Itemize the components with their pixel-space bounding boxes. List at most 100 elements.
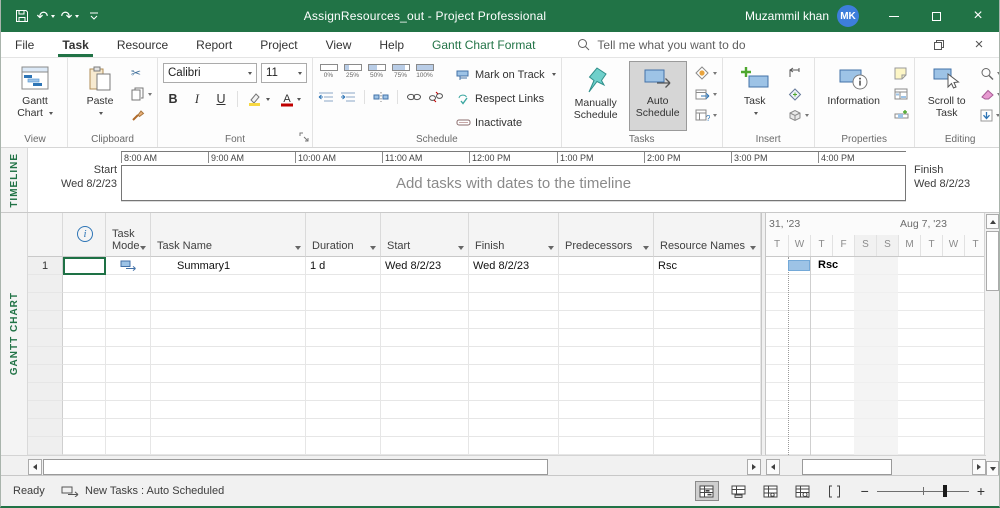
view-task-usage-button[interactable] xyxy=(727,481,751,501)
table-cell[interactable] xyxy=(381,329,469,347)
table-cell[interactable] xyxy=(63,383,106,401)
row-number[interactable]: 1 xyxy=(28,257,63,275)
table-cell[interactable] xyxy=(381,293,469,311)
horizontal-scroll-thumb[interactable] xyxy=(43,459,548,475)
table-cell[interactable] xyxy=(63,347,106,365)
add-to-timeline-button[interactable] xyxy=(894,107,909,123)
column-header-task-mode[interactable]: Task Mode xyxy=(106,213,151,257)
indent-task-button[interactable] xyxy=(340,89,356,105)
tab-view[interactable]: View xyxy=(312,32,366,57)
filter-icon[interactable] xyxy=(643,246,649,250)
tab-resource[interactable]: Resource xyxy=(103,32,182,57)
table-cell[interactable] xyxy=(381,437,469,455)
close-button[interactable]: × xyxy=(957,0,999,32)
tab-file[interactable]: File xyxy=(1,32,48,57)
tab-report[interactable]: Report xyxy=(182,32,246,57)
horizontal-scroll-thumb[interactable] xyxy=(802,459,892,475)
paste-button[interactable]: Paste xyxy=(73,61,127,131)
zoom-in-button[interactable]: + xyxy=(977,483,985,499)
table-cell[interactable] xyxy=(106,347,151,365)
column-header-finish[interactable]: Finish xyxy=(469,213,559,257)
filter-icon[interactable] xyxy=(370,246,376,250)
close-document-button[interactable]: × xyxy=(959,32,999,57)
table-cell[interactable] xyxy=(381,275,469,293)
task-name-cell[interactable]: Summary1 xyxy=(151,257,306,275)
table-cell[interactable] xyxy=(306,311,381,329)
table-cell[interactable] xyxy=(381,383,469,401)
table-cell[interactable] xyxy=(559,437,654,455)
scroll-right-button[interactable] xyxy=(747,459,761,475)
start-cell[interactable]: Wed 8/2/23 xyxy=(381,257,469,275)
table-cell[interactable] xyxy=(106,437,151,455)
zoom-slider-handle[interactable] xyxy=(943,485,947,497)
row-number-cell[interactable] xyxy=(28,329,63,347)
zoom-slider[interactable] xyxy=(877,484,969,498)
gantt-chart-view-button[interactable]: Gantt Chart xyxy=(8,61,62,131)
table-cell[interactable] xyxy=(469,293,559,311)
inactivate-button[interactable]: Inactivate xyxy=(456,113,556,132)
table-cell[interactable] xyxy=(654,383,761,401)
info-column-header[interactable]: i xyxy=(63,213,106,257)
task-mode-cell[interactable] xyxy=(106,257,151,275)
table-cell[interactable] xyxy=(559,293,654,311)
split-task-button[interactable] xyxy=(373,89,389,105)
table-cell[interactable] xyxy=(151,401,306,419)
row-number-cell[interactable] xyxy=(28,401,63,419)
cut-button[interactable]: ✂ xyxy=(131,65,152,81)
maximize-button[interactable] xyxy=(915,0,957,32)
table-cell[interactable] xyxy=(559,419,654,437)
table-cell[interactable] xyxy=(654,311,761,329)
table-cell[interactable] xyxy=(559,347,654,365)
table-cell[interactable] xyxy=(63,293,106,311)
background-color-button[interactable] xyxy=(244,89,272,109)
table-cell[interactable] xyxy=(381,419,469,437)
information-button[interactable]: Information xyxy=(820,61,888,131)
table-horizontal-scrollbar[interactable] xyxy=(28,459,761,475)
customize-quick-access-button[interactable] xyxy=(83,4,105,28)
filter-icon[interactable] xyxy=(458,246,464,250)
timeline-pane-tab[interactable]: TIMELINE xyxy=(1,148,28,212)
gantt-chart-pane-tab[interactable]: GANTT CHART xyxy=(1,213,28,455)
table-cell[interactable] xyxy=(151,365,306,383)
row-number-cell[interactable] xyxy=(28,437,63,455)
table-cell[interactable] xyxy=(654,275,761,293)
row-number-cell[interactable] xyxy=(28,347,63,365)
percent-complete-75-button[interactable]: 75% xyxy=(390,64,411,79)
outdent-task-button[interactable] xyxy=(318,89,334,105)
table-cell[interactable] xyxy=(559,365,654,383)
table-cell[interactable] xyxy=(306,383,381,401)
font-name-select[interactable]: Calibri xyxy=(163,63,257,83)
gantt-horizontal-scrollbar[interactable] xyxy=(766,459,986,475)
table-cell[interactable] xyxy=(63,437,106,455)
table-cell[interactable] xyxy=(106,365,151,383)
save-button[interactable] xyxy=(11,4,33,28)
view-report-button[interactable] xyxy=(823,481,847,501)
scroll-left-button[interactable] xyxy=(28,459,42,475)
table-cell[interactable] xyxy=(106,275,151,293)
table-cell[interactable] xyxy=(151,419,306,437)
auto-schedule-button[interactable]: Auto Schedule xyxy=(629,61,687,131)
font-color-button[interactable]: A xyxy=(276,89,304,109)
select-all-corner[interactable] xyxy=(28,213,63,257)
table-cell[interactable] xyxy=(106,311,151,329)
user-name[interactable]: Muzammil khan xyxy=(745,9,829,23)
find-button[interactable] xyxy=(980,65,1000,81)
table-cell[interactable] xyxy=(151,437,306,455)
avatar[interactable]: MK xyxy=(837,5,859,27)
bold-button[interactable]: B xyxy=(163,89,183,109)
table-cell[interactable] xyxy=(469,401,559,419)
view-team-planner-button[interactable] xyxy=(759,481,783,501)
task-mode-button[interactable]: ? xyxy=(695,107,717,123)
table-cell[interactable] xyxy=(151,293,306,311)
table-cell[interactable] xyxy=(469,311,559,329)
respect-links-button[interactable]: Respect Links xyxy=(456,89,556,108)
selected-info-cell[interactable] xyxy=(63,257,106,275)
table-cell[interactable] xyxy=(306,401,381,419)
resource-names-cell[interactable]: Rsc xyxy=(654,257,761,275)
redo-button[interactable]: ↷ xyxy=(59,4,81,28)
table-cell[interactable] xyxy=(63,275,106,293)
insert-deliverable-button[interactable] xyxy=(788,107,809,123)
scroll-right-button[interactable] xyxy=(972,459,986,475)
table-cell[interactable] xyxy=(469,347,559,365)
table-cell[interactable] xyxy=(106,401,151,419)
